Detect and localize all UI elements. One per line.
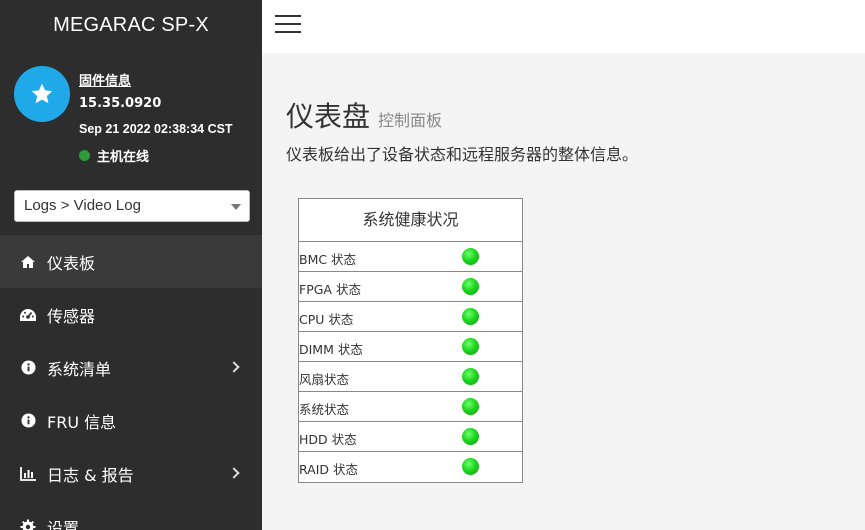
health-row-raid: RAID 状态 <box>299 452 522 482</box>
sidebar-item-label: 传感器 <box>47 306 96 326</box>
status-ok-icon <box>462 338 479 355</box>
health-row-cpu: CPU 状态 <box>299 302 522 332</box>
avatar <box>14 66 70 122</box>
status-ok-icon <box>462 368 479 385</box>
status-ok-icon <box>462 278 479 295</box>
bar-chart-icon <box>19 465 37 483</box>
sidebar-item-label: 日志 & 报告 <box>47 465 134 485</box>
firmware-date: Sep 21 2022 02:38:34 CST <box>79 122 233 136</box>
chevron-right-icon <box>228 361 240 373</box>
health-row-fan: 风扇状态 <box>299 362 522 392</box>
info-icon <box>19 412 37 430</box>
sidebar-item-inventory[interactable]: 系统清单 <box>0 341 262 394</box>
status-ok-icon <box>462 398 479 415</box>
status-ok-icon <box>462 458 479 475</box>
health-row-label: 系统状态 <box>299 402 350 417</box>
sidebar-item-label: 系统清单 <box>47 359 112 379</box>
caret-down-icon <box>231 204 241 210</box>
status-ok-icon <box>462 428 479 445</box>
status-ok-icon <box>462 308 479 325</box>
sidebar-item-dashboard[interactable]: 仪表板 <box>0 235 262 288</box>
sidebar-menu: 仪表板 传感器 系统清单 FRU 信息 日志 & 报告 设置 <box>0 235 262 530</box>
firmware-version: 15.35.0920 <box>79 96 162 111</box>
quick-nav-selected: Logs > Video Log <box>24 197 141 214</box>
health-row-label: FPGA 状态 <box>299 282 361 297</box>
page-title: 仪表盘 控制面板 <box>286 95 442 135</box>
sidebar-item-label: 设置 <box>47 518 80 530</box>
system-health-table: 系统健康状况 BMC 状态 FPGA 状态 CPU 状态 DIMM 状态 风扇状… <box>298 198 523 483</box>
health-row-system: 系统状态 <box>299 392 522 422</box>
user-panel: 固件信息 15.35.0920 Sep 21 2022 02:38:34 CST… <box>0 56 262 166</box>
sidebar-item-label: 仪表板 <box>47 253 96 273</box>
sidebar: MEGARAC SP-X 固件信息 15.35.0920 Sep 21 2022… <box>0 0 262 530</box>
info-icon <box>19 359 37 377</box>
host-status: 主机在线 <box>79 146 149 165</box>
sidebar-item-fru[interactable]: FRU 信息 <box>0 394 262 447</box>
page-description: 仪表板给出了设备状态和远程服务器的整体信息。 <box>286 145 639 164</box>
status-ok-icon <box>462 248 479 265</box>
sidebar-item-logs[interactable]: 日志 & 报告 <box>0 447 262 500</box>
sidebar-item-settings[interactable]: 设置 <box>0 500 262 530</box>
health-row-label: CPU 状态 <box>299 312 354 327</box>
online-status-icon <box>79 150 90 161</box>
system-health-title: 系统健康状况 <box>299 199 522 242</box>
main-content: 仪表盘 控制面板 仪表板给出了设备状态和远程服务器的整体信息。 系统健康状况 BM… <box>262 53 865 530</box>
health-row-bmc: BMC 状态 <box>299 242 522 272</box>
brand-title[interactable]: MEGARAC SP-X <box>0 0 262 50</box>
health-row-fpga: FPGA 状态 <box>299 272 522 302</box>
health-row-label: DIMM 状态 <box>299 342 363 357</box>
sidebar-item-sensors[interactable]: 传感器 <box>0 288 262 341</box>
health-row-label: RAID 状态 <box>299 462 359 477</box>
health-row-hdd: HDD 状态 <box>299 422 522 452</box>
gauge-icon <box>19 306 37 324</box>
gear-icon <box>19 518 37 530</box>
health-row-dimm: DIMM 状态 <box>299 332 522 362</box>
page-subtitle: 控制面板 <box>378 111 443 130</box>
health-row-label: BMC 状态 <box>299 252 357 267</box>
chevron-right-icon <box>228 467 240 479</box>
sidebar-item-label: FRU 信息 <box>47 412 117 432</box>
host-status-label: 主机在线 <box>97 150 150 165</box>
page-title-text: 仪表盘 <box>286 100 371 133</box>
top-bar <box>262 0 865 53</box>
health-row-label: HDD 状态 <box>299 432 357 447</box>
home-icon <box>19 253 37 271</box>
quick-nav-select[interactable]: Logs > Video Log <box>14 190 250 222</box>
star-icon <box>31 83 53 104</box>
menu-toggle-icon[interactable] <box>275 15 301 35</box>
health-row-label: 风扇状态 <box>299 372 350 387</box>
firmware-info-link[interactable]: 固件信息 <box>79 70 131 89</box>
